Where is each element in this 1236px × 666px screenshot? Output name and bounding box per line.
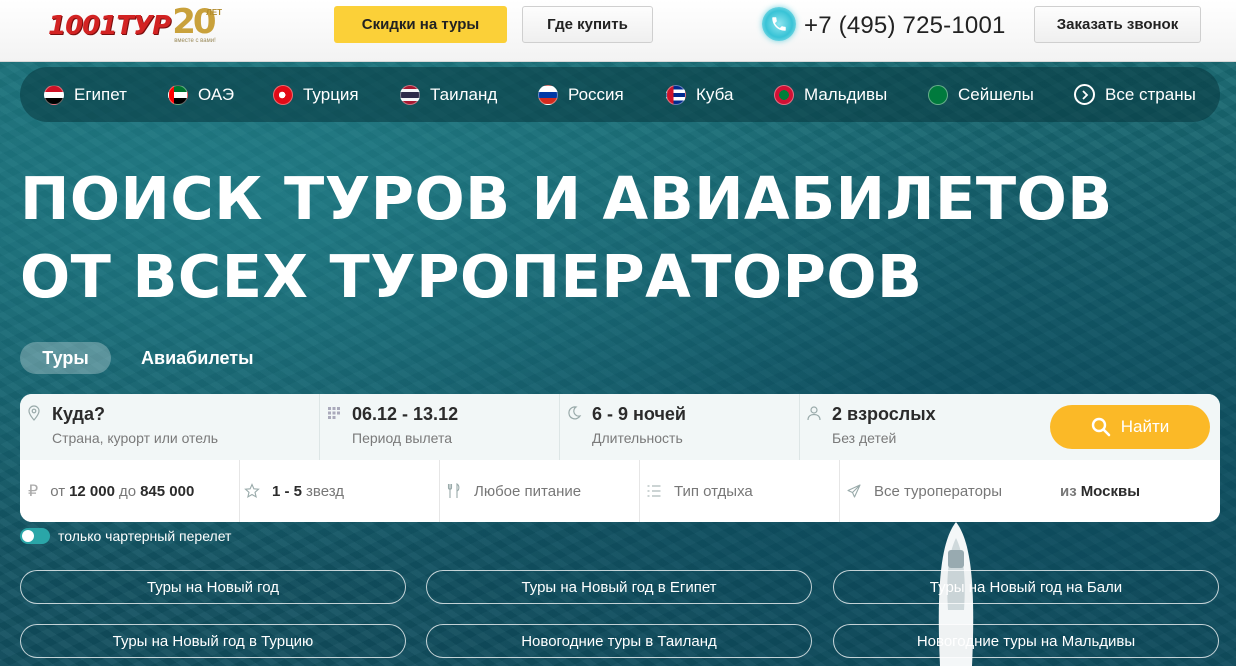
thailand-flag-icon bbox=[400, 84, 420, 105]
tour-search-form: Куда? Страна, курорт или отель 06.12 - 1… bbox=[20, 394, 1220, 522]
country-egypt[interactable]: Египет bbox=[44, 67, 127, 122]
country-thailand[interactable]: Таиланд bbox=[400, 67, 497, 122]
country-nav: Египет ОАЭ Турция Таиланд Россия Куба Ма… bbox=[20, 67, 1220, 122]
nights-label: Длительность bbox=[592, 430, 683, 446]
location-pin-icon bbox=[28, 405, 40, 421]
search-button[interactable]: Найти bbox=[1050, 405, 1210, 449]
rest-type-value: Тип отдыха bbox=[674, 482, 753, 500]
ruble-icon: ₽ bbox=[28, 483, 39, 500]
deals-button[interactable]: Скидки на туры bbox=[334, 6, 507, 43]
russia-flag-icon bbox=[538, 84, 558, 105]
guests-field[interactable]: 2 взрослых Без детей bbox=[800, 394, 1040, 460]
stars-filter[interactable]: 1 - 5 звезд bbox=[240, 460, 440, 522]
quick-link-new-year-bali[interactable]: Туры на Новый год на Бали bbox=[833, 570, 1219, 604]
destination-hint: Страна, курорт или отель bbox=[52, 430, 219, 446]
from-prefix: из bbox=[1060, 482, 1077, 500]
destination-label: Куда? bbox=[52, 404, 105, 424]
airplane-icon bbox=[847, 484, 861, 498]
search-main-row: Куда? Страна, курорт или отель 06.12 - 1… bbox=[20, 394, 1220, 460]
phone-number[interactable]: +7 (495) 725-1001 bbox=[804, 12, 1006, 40]
maldives-flag-icon bbox=[774, 84, 794, 105]
country-label: Мальдивы bbox=[804, 84, 888, 104]
phone-icon[interactable] bbox=[762, 7, 796, 41]
tab-tours[interactable]: Туры bbox=[20, 342, 111, 374]
price-from-prefix: от bbox=[50, 482, 66, 500]
country-label: ОАЭ bbox=[198, 84, 235, 104]
cutlery-icon bbox=[447, 483, 460, 498]
logo-tagline: вместе с вами! bbox=[174, 38, 216, 44]
meals-value: Любое питание bbox=[474, 482, 582, 500]
dates-field[interactable]: 06.12 - 13.12 Период вылета bbox=[320, 394, 560, 460]
dates-label: Период вылета bbox=[352, 430, 453, 446]
seychelles-flag-icon bbox=[928, 84, 948, 105]
stars-suffix: звезд bbox=[306, 482, 345, 500]
country-label: Все страны bbox=[1105, 84, 1196, 104]
list-icon bbox=[647, 485, 661, 497]
tab-flights[interactable]: Авиабилеты bbox=[141, 342, 253, 374]
search-button-label: Найти bbox=[1120, 417, 1170, 436]
country-uae[interactable]: ОАЭ bbox=[168, 67, 234, 122]
country-cuba[interactable]: Куба bbox=[666, 67, 733, 122]
country-maldives[interactable]: Мальдивы bbox=[774, 67, 887, 122]
logo-anniversary: 20 ЛЕТ вместе с вами! bbox=[172, 2, 224, 48]
moon-icon bbox=[568, 406, 582, 420]
price-to-value: 845 000 bbox=[140, 482, 195, 500]
country-seychelles[interactable]: Сейшелы bbox=[928, 67, 1034, 122]
nights-field[interactable]: 6 - 9 ночей Длительность bbox=[560, 394, 800, 460]
calendar-icon bbox=[328, 407, 340, 419]
all-countries-link[interactable]: Все страны bbox=[1074, 67, 1196, 122]
guests-value: 2 взрослых bbox=[832, 404, 936, 424]
hero-title: ПОИСК ТУРОВ И АВИАБИЛЕТОВ ОТ ВСЕХ ТУРОПЕ… bbox=[20, 160, 1170, 316]
country-russia[interactable]: Россия bbox=[538, 67, 624, 122]
person-icon bbox=[807, 406, 821, 421]
top-header: 1001ТУР 20 ЛЕТ вместе с вами! Скидки на … bbox=[0, 0, 1236, 62]
departure-city-filter[interactable]: из Москвы bbox=[1060, 460, 1220, 522]
quick-link-new-year-egypt[interactable]: Туры на Новый год в Египет bbox=[426, 570, 812, 604]
country-label: Турция bbox=[303, 84, 359, 104]
destination-field[interactable]: Куда? Страна, курорт или отель bbox=[20, 394, 320, 460]
guests-label: Без детей bbox=[832, 430, 897, 446]
price-filter[interactable]: ₽ от 12 000 до 845 000 bbox=[20, 460, 240, 522]
toggle-switch[interactable] bbox=[20, 528, 50, 544]
rest-type-filter[interactable]: Тип отдыха bbox=[640, 460, 840, 522]
meals-filter[interactable]: Любое питание bbox=[440, 460, 640, 522]
operators-filter[interactable]: Все туроператоры bbox=[840, 460, 1040, 522]
country-label: Египет bbox=[74, 84, 127, 104]
from-city: Москвы bbox=[1080, 482, 1141, 500]
country-label: Сейшелы bbox=[958, 84, 1034, 104]
callback-button[interactable]: Заказать звонок bbox=[1034, 6, 1201, 43]
egypt-flag-icon bbox=[44, 84, 64, 105]
where-to-buy-button[interactable]: Где купить bbox=[522, 6, 653, 43]
logo-text: 1001ТУР bbox=[48, 11, 171, 41]
chevron-right-circle-icon bbox=[1074, 84, 1095, 105]
quick-link-new-year[interactable]: Туры на Новый год bbox=[20, 570, 406, 604]
logo-years-label: ЛЕТ bbox=[206, 8, 223, 17]
country-label: Куба bbox=[696, 84, 734, 104]
turkey-flag-icon bbox=[273, 84, 293, 105]
search-icon bbox=[1091, 417, 1111, 437]
operators-value: Все туроператоры bbox=[874, 482, 1003, 500]
charter-label: только чартерный перелет bbox=[58, 528, 232, 544]
stars-value: 1 - 5 bbox=[272, 482, 303, 500]
charter-only-toggle[interactable]: только чартерный перелет bbox=[20, 527, 231, 545]
site-logo[interactable]: 1001ТУР 20 ЛЕТ вместе с вами! bbox=[48, 2, 228, 48]
nights-value: 6 - 9 ночей bbox=[592, 404, 686, 424]
search-filters-row: ₽ от 12 000 до 845 000 1 - 5 звезд Любое… bbox=[20, 460, 1220, 522]
country-label: Россия bbox=[568, 84, 624, 104]
price-from-value: 12 000 bbox=[69, 482, 115, 500]
dates-value: 06.12 - 13.12 bbox=[352, 404, 459, 424]
cuba-flag-icon bbox=[666, 84, 686, 105]
hero-title-line2: ОТ ВСЕХ ТУРОПЕРАТОРОВ bbox=[20, 242, 923, 311]
star-icon bbox=[244, 483, 260, 499]
uae-flag-icon bbox=[168, 84, 188, 105]
price-to-prefix: до bbox=[118, 482, 137, 500]
quick-link-new-year-thailand[interactable]: Новогодние туры в Таиланд bbox=[426, 624, 812, 658]
hero-title-line1: ПОИСК ТУРОВ И АВИАБИЛЕТОВ bbox=[20, 164, 1113, 233]
country-label: Таиланд bbox=[430, 84, 498, 104]
quick-link-new-year-maldives[interactable]: Новогодние туры на Мальдивы bbox=[833, 624, 1219, 658]
quick-link-new-year-turkey[interactable]: Туры на Новый год в Турцию bbox=[20, 624, 406, 658]
country-turkey[interactable]: Турция bbox=[273, 67, 359, 122]
